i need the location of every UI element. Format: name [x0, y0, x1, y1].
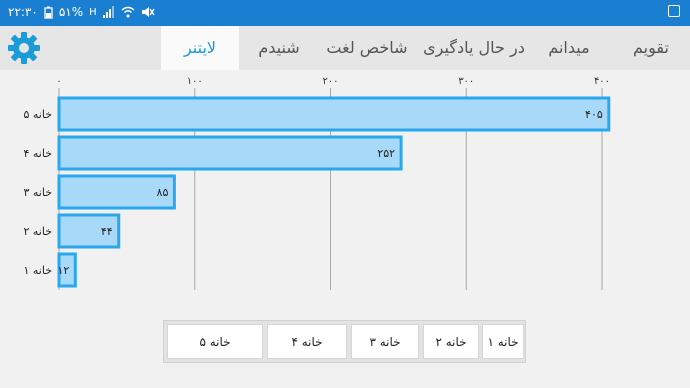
category-label: خانه ۴: [23, 147, 52, 160]
gear-icon[interactable]: [6, 30, 42, 66]
x-tick-label: ۳۰۰: [458, 76, 474, 87]
tab-learning[interactable]: در حال یادگیری: [418, 26, 530, 70]
image-icon: [668, 5, 680, 17]
network-type: H: [89, 6, 97, 18]
bar-value-label: ۴۴: [101, 225, 113, 238]
battery-icon: [44, 6, 53, 19]
status-left: ۲۲:۳۰ ۵۱% H: [8, 5, 155, 19]
status-bar: ۲۲:۳۰ ۵۱% H: [0, 0, 690, 26]
category-label: خانه ۵: [23, 108, 52, 121]
category-label: خانه ۱: [23, 264, 52, 277]
signal-icon: [102, 6, 114, 18]
bar-value-label: ۴۰۵: [585, 108, 603, 121]
tab-calendar[interactable]: تقویم: [612, 26, 690, 70]
legend-item-box1[interactable]: خانه ۱: [482, 324, 524, 359]
category-label: خانه ۳: [23, 186, 52, 199]
clock: ۲۲:۳۰: [8, 5, 38, 19]
bar-value-label: ۱۲: [57, 264, 69, 277]
x-tick-label: ۲۰۰: [322, 76, 338, 87]
mute-icon: [141, 7, 155, 17]
bar-chart: ۰ ۱۰۰ ۲۰۰ ۳۰۰ ۴۰۰ ۴۰۵ خانه ۵ ۲۵۲ خانه ۴ ۸۵ خانه ۳ ۴…: [23, 76, 611, 290]
x-tick-label: ۱۰۰: [187, 76, 203, 87]
legend-item-box3[interactable]: خانه ۳: [351, 324, 419, 359]
category-label: خانه ۲: [23, 225, 52, 238]
bar: [57, 96, 611, 132]
tab-word-index[interactable]: شاخص لغت: [318, 26, 416, 70]
bar: [57, 135, 403, 171]
tab-bar: تقویم میدانم در حال یادگیری شاخص لغت شنی…: [0, 26, 690, 70]
x-tick-label: ۴۰۰: [594, 76, 610, 87]
bar-value-label: ۸۵: [157, 186, 169, 199]
wifi-icon: [121, 6, 135, 18]
legend-item-box2[interactable]: خانه ۲: [423, 324, 479, 359]
status-right: [668, 5, 680, 20]
x-tick-label: ۰: [56, 76, 61, 87]
leitner-chart: ۰ ۱۰۰ ۲۰۰ ۳۰۰ ۴۰۰ ۴۰۵ خانه ۵ ۲۵۲ خانه ۴ ۸۵ خانه ۳ ۴…: [0, 70, 690, 310]
legend-item-box4[interactable]: خانه ۴: [267, 324, 347, 359]
bar-value-label: ۲۵۲: [377, 147, 395, 160]
tab-heard[interactable]: شنیدم: [240, 26, 318, 70]
legend-item-box5[interactable]: خانه ۵: [167, 324, 263, 359]
battery-level: ۵۱%: [58, 5, 84, 19]
legend: خانه ۵ خانه ۴ خانه ۳ خانه ۲ خانه ۱: [163, 320, 526, 363]
tab-know[interactable]: میدانم: [530, 26, 608, 70]
tab-leitner[interactable]: لایتنر: [161, 26, 239, 70]
